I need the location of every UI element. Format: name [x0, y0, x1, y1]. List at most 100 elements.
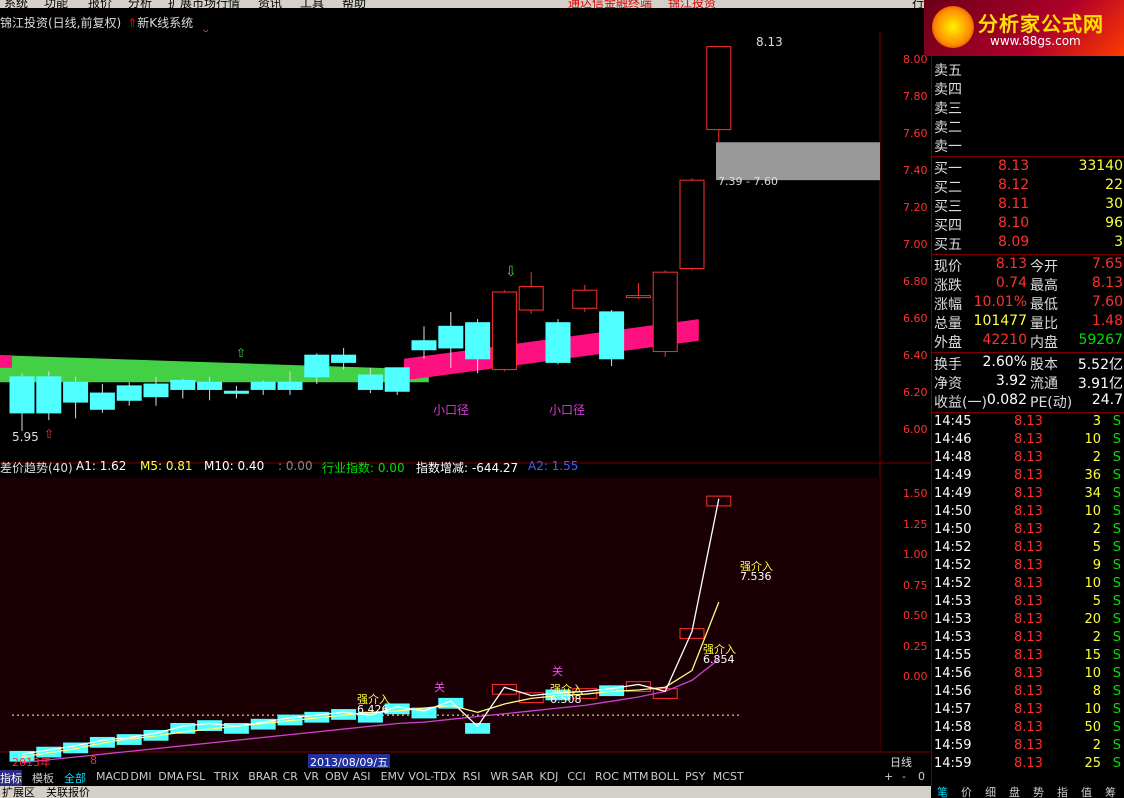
- tick-price: 8.13: [1014, 576, 1043, 591]
- tick-time: 14:50: [934, 522, 972, 537]
- menu-system[interactable]: 系统: [4, 0, 28, 8]
- date-month: 8: [90, 754, 97, 767]
- tab-dma[interactable]: DMA: [158, 770, 184, 783]
- zoom-control-1[interactable]: -: [902, 770, 906, 783]
- ind-tick: 0.50: [903, 609, 928, 622]
- tick-row: 14:49 8.13 34 S: [932, 486, 1124, 505]
- tab-macd[interactable]: MACD: [96, 770, 129, 783]
- quote-tab[interactable]: 笔: [937, 786, 948, 798]
- tab-trix[interactable]: TRIX: [214, 770, 239, 783]
- menu-extended-market[interactable]: 扩展市场行情: [168, 0, 240, 8]
- quote-tab[interactable]: 细: [985, 786, 996, 798]
- price-tick: 7.80: [903, 90, 928, 103]
- candle-body: [9, 376, 35, 414]
- price-tick: 7.20: [903, 201, 928, 214]
- tab-vr[interactable]: VR: [304, 770, 319, 783]
- quote-tab[interactable]: 盘: [1009, 786, 1020, 798]
- tab-extended-area[interactable]: 扩展区: [2, 786, 35, 798]
- zoom-control-0[interactable]: +: [884, 770, 893, 783]
- menu-quote[interactable]: 报价: [88, 0, 112, 8]
- tick-side: S: [1112, 612, 1121, 627]
- tab-emv[interactable]: EMV: [381, 770, 405, 783]
- sell-label: 卖四: [934, 82, 962, 98]
- menu-function[interactable]: 功能: [44, 0, 68, 8]
- candle-body: [384, 367, 410, 392]
- tick-side: S: [1112, 594, 1121, 609]
- tick-time: 14:50: [934, 504, 972, 519]
- ind-tick: 0.25: [903, 640, 928, 653]
- tab-模板[interactable]: 模板: [32, 770, 54, 786]
- tab-cr[interactable]: CR: [283, 770, 298, 783]
- tick-time: 14:48: [934, 450, 972, 465]
- sell-row: 卖二: [932, 117, 1124, 136]
- buy-price: 8.10: [998, 215, 1030, 231]
- tab-psy[interactable]: PSY: [685, 770, 705, 783]
- tab-asi[interactable]: ASI: [353, 770, 371, 783]
- stat-row: 总量 101477 量比 1.48: [932, 313, 1124, 332]
- tab-cci[interactable]: CCI: [567, 770, 586, 783]
- tick-volume: 2: [1092, 738, 1101, 753]
- indicator-index-change: 指数增减: -644.27: [416, 461, 519, 475]
- quote-tab[interactable]: 筹: [1105, 786, 1116, 798]
- tick-volume: 9: [1092, 558, 1101, 573]
- tick-time: 14:49: [934, 468, 972, 483]
- sell-label: 卖五: [934, 63, 962, 79]
- tick-row: 14:55 8.13 15 S: [932, 648, 1124, 667]
- tick-price: 8.13: [1014, 612, 1043, 627]
- tab-指标[interactable]: 指标: [0, 770, 22, 786]
- menu-news[interactable]: 资讯: [258, 0, 282, 8]
- tab-vol-tdx[interactable]: VOL-TDX: [408, 770, 456, 783]
- candle-body: [411, 340, 437, 351]
- logo-name: 分析家公式网: [978, 12, 1104, 36]
- tick-time: 14:58: [934, 720, 972, 735]
- buy-row: 买五 8.09 3: [932, 234, 1124, 253]
- tick-price: 8.13: [1014, 486, 1043, 501]
- sell-row: 卖三: [932, 98, 1124, 117]
- stat-label: 量比: [1030, 316, 1058, 332]
- candle-body: [652, 271, 678, 353]
- tab-kdj[interactable]: KDJ: [539, 770, 558, 783]
- tab-brar[interactable]: BRAR: [248, 770, 278, 783]
- tick-side: S: [1112, 450, 1121, 465]
- tab-mcst[interactable]: MCST: [713, 770, 744, 783]
- buy-price: 8.09: [998, 234, 1030, 250]
- zoom-control-2[interactable]: 0: [918, 770, 925, 783]
- stat-label: 涨幅: [934, 297, 962, 313]
- menu-analysis[interactable]: 分析: [128, 0, 152, 8]
- tab-related-quote[interactable]: 关联报价: [46, 786, 90, 798]
- quote-tab[interactable]: 值: [1081, 786, 1092, 798]
- tick-price: 8.13: [1014, 756, 1043, 771]
- quote-tab[interactable]: 指: [1057, 786, 1068, 798]
- tab-rsi[interactable]: RSI: [463, 770, 481, 783]
- tab-dmi[interactable]: DMI: [130, 770, 151, 783]
- tab-mtm[interactable]: MTM: [623, 770, 649, 783]
- stat-label: 今开: [1030, 259, 1058, 275]
- tick-time: 14:49: [934, 486, 972, 501]
- tick-row: 14:52 8.13 5 S: [932, 540, 1124, 559]
- quote-tab[interactable]: 势: [1033, 786, 1044, 798]
- menu-tools[interactable]: 工具: [300, 0, 324, 8]
- menu-right[interactable]: 行: [912, 0, 924, 8]
- tab-sar[interactable]: SAR: [512, 770, 534, 783]
- candle-body: [545, 322, 571, 363]
- chart-area[interactable]: ⇩ ⇧ ⇧: [0, 14, 931, 786]
- tab-obv[interactable]: OBV: [325, 770, 348, 783]
- buy-volume: 22: [1105, 177, 1123, 193]
- tab-roc[interactable]: ROC: [595, 770, 619, 783]
- quote-tab[interactable]: 价: [961, 786, 972, 798]
- indicator-name[interactable]: 差价趋势(40): [0, 459, 73, 476]
- tick-time: 14:55: [934, 648, 972, 663]
- tick-side: S: [1112, 486, 1121, 501]
- menu-help[interactable]: 帮助: [342, 0, 366, 8]
- tick-side: S: [1112, 432, 1121, 447]
- tab-boll[interactable]: BOLL: [651, 770, 679, 783]
- indicator-dots: : 0.00: [278, 459, 313, 473]
- tab-fsl[interactable]: FSL: [186, 770, 205, 783]
- candle-body: [277, 381, 303, 390]
- tick-price: 8.13: [1014, 666, 1043, 681]
- tick-price: 8.13: [1014, 558, 1043, 573]
- tab-全部[interactable]: 全部: [64, 770, 86, 786]
- tab-wr[interactable]: WR: [490, 770, 509, 783]
- candle-body: [357, 374, 383, 390]
- buy-label: 买一: [934, 161, 962, 177]
